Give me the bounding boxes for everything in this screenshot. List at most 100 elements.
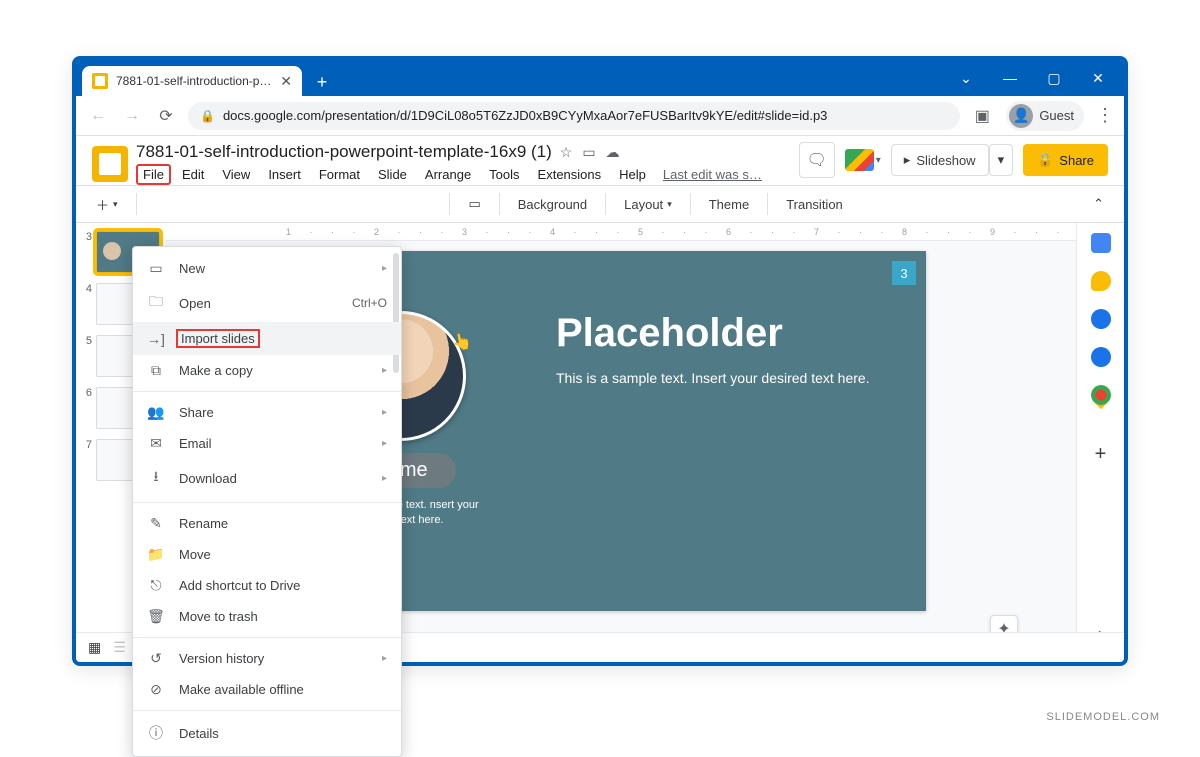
menu-format[interactable]: Format — [312, 164, 367, 185]
history-icon: ↺ — [147, 650, 165, 667]
menu-view[interactable]: View — [215, 164, 257, 185]
toolbar: ＋▾ ↶ ▭ Background Layout▾ Theme Transiti… — [76, 185, 1124, 223]
panel-icon[interactable]: ▣ — [970, 104, 994, 128]
file-menu-rename[interactable]: ✎ Rename — [133, 508, 401, 539]
profile-chip[interactable]: 👤 Guest — [1006, 101, 1084, 131]
placeholder-subtitle[interactable]: This is a sample text. Insert your desir… — [556, 370, 896, 386]
tasks-icon[interactable] — [1091, 309, 1111, 329]
calendar-icon[interactable] — [1091, 233, 1111, 253]
menu-extensions[interactable]: Extensions — [531, 164, 609, 185]
slides-favicon — [92, 73, 108, 89]
shortcut-icon: ⎋ — [147, 577, 165, 594]
email-icon: ✉ — [147, 435, 165, 452]
reload-button[interactable]: ⟳ — [154, 104, 178, 128]
keep-icon[interactable] — [1091, 271, 1111, 291]
file-menu-move[interactable]: 📁 Move — [133, 539, 401, 570]
import-icon: →] — [147, 331, 165, 347]
file-menu-move-to-trash[interactable]: 🗑 Move to trash — [133, 601, 401, 632]
menu-edit[interactable]: Edit — [175, 164, 211, 185]
cursor-pointer-icon: 👆 — [450, 330, 473, 353]
filmstrip-view-icon[interactable]: ☰ — [113, 639, 126, 656]
file-menu-dropdown: ▭ New ▸ 🗀 Open Ctrl+O →] Import slides ⧉… — [132, 246, 402, 757]
add-addon-button[interactable]: + — [1095, 443, 1107, 466]
submenu-arrow-icon: ▸ — [382, 473, 387, 484]
avatar-icon: 👤 — [1009, 104, 1033, 128]
menu-slide[interactable]: Slide — [371, 164, 414, 185]
menu-bar: File Edit View Insert Format Slide Arran… — [136, 164, 791, 185]
thumb-number: 5 — [82, 335, 92, 347]
url-text: docs.google.com/presentation/d/1D9CiL08o… — [223, 108, 827, 123]
submenu-arrow-icon: ▸ — [382, 407, 387, 418]
last-edit-link[interactable]: Last edit was s… — [663, 167, 762, 182]
share-button[interactable]: 🔒 Share — [1023, 144, 1108, 176]
file-menu-make-copy[interactable]: ⧉ Make a copy ▸ — [133, 355, 401, 386]
browser-menu-icon[interactable]: ⋮ — [1096, 105, 1114, 126]
menu-arrange[interactable]: Arrange — [418, 164, 478, 185]
cloud-status-icon[interactable]: ☁ — [606, 144, 620, 161]
close-window-button[interactable]: ✕ — [1078, 63, 1118, 93]
move-icon: 📁 — [147, 546, 165, 563]
file-menu-version-history[interactable]: ↺ Version history ▸ — [133, 643, 401, 674]
submenu-arrow-icon: ▸ — [382, 365, 387, 376]
submenu-arrow-icon: ▸ — [382, 653, 387, 664]
slides-logo-icon[interactable] — [92, 146, 128, 182]
background-button[interactable]: Background — [510, 192, 595, 217]
share-icon: 👥 — [147, 404, 165, 421]
new-tab-button[interactable]: + — [308, 68, 336, 96]
file-menu-email[interactable]: ✉ Email ▸ — [133, 428, 401, 459]
file-menu-available-offline[interactable]: ⊘ Make available offline — [133, 674, 401, 705]
tab-strip: 7881-01-self-introduction-powe ✕ + — [82, 60, 336, 96]
slideshow-button[interactable]: ▸ Slideshow — [891, 144, 989, 176]
meet-icon[interactable]: ▾ — [845, 142, 881, 178]
forward-button[interactable]: → — [120, 104, 144, 128]
submenu-arrow-icon: ▸ — [382, 263, 387, 274]
offline-icon: ⊘ — [147, 681, 165, 698]
shortcut-text: Ctrl+O — [352, 296, 387, 310]
chevron-down-icon[interactable]: ⌄ — [946, 63, 986, 93]
move-folder-icon[interactable]: ▭ — [582, 144, 595, 161]
maps-icon[interactable] — [1086, 381, 1114, 409]
maximize-button[interactable]: ▢ — [1034, 63, 1074, 93]
file-menu-add-shortcut[interactable]: ⎋ Add shortcut to Drive — [133, 570, 401, 601]
file-menu-download[interactable]: ⭳ Download ▸ — [133, 459, 401, 497]
tab-close-icon[interactable]: ✕ — [280, 73, 292, 90]
contacts-icon[interactable] — [1091, 347, 1111, 367]
play-icon: ▸ — [904, 152, 911, 168]
horizontal-ruler: 1 · · · 2 · · · 3 · · · 4 · · · 5 · · · … — [166, 223, 1076, 241]
document-title[interactable]: 7881-01-self-introduction-powerpoint-tem… — [136, 142, 552, 162]
browser-tab[interactable]: 7881-01-self-introduction-powe ✕ — [82, 66, 302, 96]
comment-history-icon[interactable]: 🗨 — [799, 142, 835, 178]
theme-button[interactable]: Theme — [701, 192, 757, 217]
tab-title: 7881-01-self-introduction-powe — [116, 74, 272, 88]
thumb-number: 4 — [82, 283, 92, 295]
collapse-toolbar-icon[interactable]: ⌃ — [1085, 191, 1112, 217]
trash-icon: 🗑 — [147, 608, 165, 625]
menu-help[interactable]: Help — [612, 164, 653, 185]
placeholder-title[interactable]: Placeholder — [556, 311, 896, 356]
grid-view-icon[interactable]: ▦ — [88, 639, 101, 656]
minimize-button[interactable]: ― — [990, 63, 1030, 93]
new-slide-button[interactable]: ＋▾ — [88, 190, 126, 219]
layout-button[interactable]: Layout▾ — [616, 192, 680, 217]
profile-label: Guest — [1039, 108, 1074, 123]
star-icon[interactable]: ☆ — [560, 144, 573, 161]
share-label: Share — [1059, 153, 1094, 168]
file-menu-new[interactable]: ▭ New ▸ — [133, 253, 401, 284]
fit-icon[interactable]: ▭ — [460, 191, 488, 217]
file-menu-details[interactable]: ⓘ Details — [133, 716, 401, 750]
menu-insert[interactable]: Insert — [261, 164, 308, 185]
titlebar: 7881-01-self-introduction-powe ✕ + ⌄ ― ▢… — [76, 60, 1124, 96]
slideshow-dropdown[interactable]: ▾ — [989, 144, 1014, 176]
folder-icon: 🗀 — [147, 291, 165, 315]
url-field[interactable]: 🔒 docs.google.com/presentation/d/1D9CiL0… — [188, 102, 960, 130]
copy-icon: ⧉ — [147, 362, 165, 379]
file-menu-import-slides[interactable]: →] Import slides — [133, 322, 401, 355]
file-menu-share[interactable]: 👥 Share ▸ — [133, 397, 401, 428]
menu-tools[interactable]: Tools — [482, 164, 526, 185]
info-icon: ⓘ — [147, 723, 165, 743]
watermark-text: SLIDEMODEL.COM — [1046, 711, 1160, 723]
menu-file[interactable]: File — [136, 164, 171, 185]
back-button[interactable]: ← — [86, 104, 110, 128]
transition-button[interactable]: Transition — [778, 192, 851, 217]
file-menu-open[interactable]: 🗀 Open Ctrl+O — [133, 284, 401, 322]
